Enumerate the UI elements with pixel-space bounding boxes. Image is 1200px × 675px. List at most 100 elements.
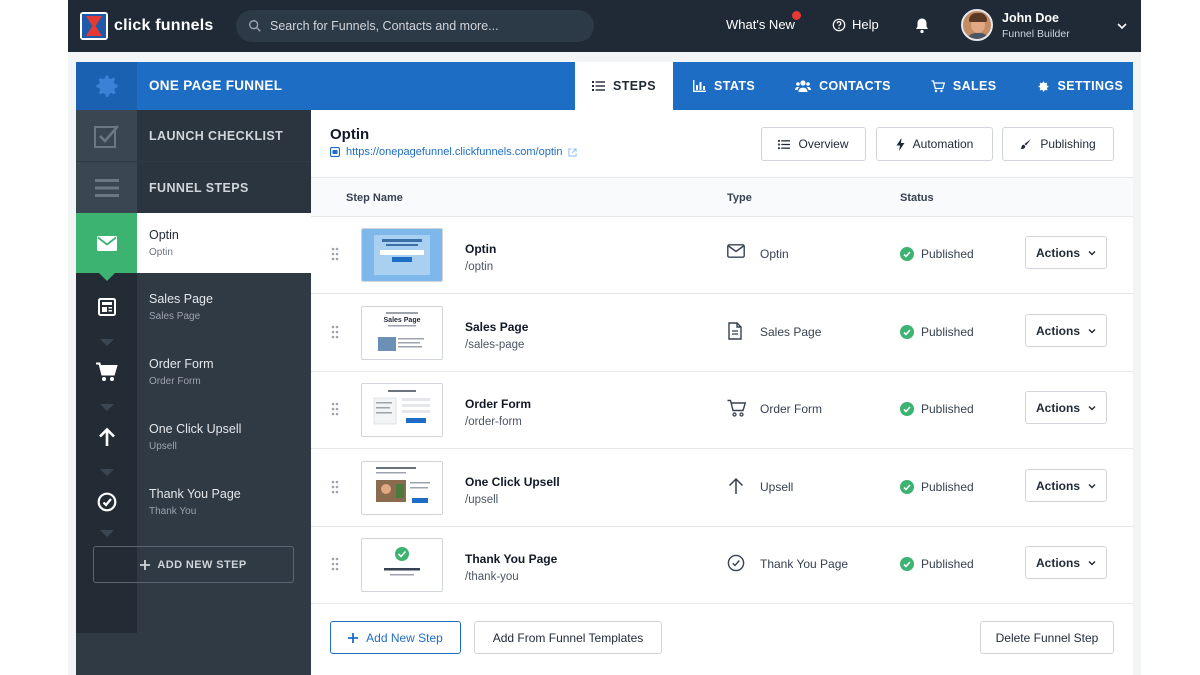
help-link[interactable]: Help: [832, 17, 879, 32]
chevron-down-icon[interactable]: [1116, 20, 1128, 32]
delete-funnel-step-label: Delete Funnel Step: [995, 630, 1099, 645]
step-thumbnail[interactable]: [361, 383, 443, 437]
status-badge: Published: [921, 480, 974, 494]
actions-dropdown[interactable]: Actions: [1025, 391, 1107, 424]
step-type: Optin: [149, 247, 173, 258]
automation-button[interactable]: Automation: [876, 127, 993, 161]
tab-settings-label: SETTINGS: [1057, 79, 1124, 93]
actions-dropdown[interactable]: Actions: [1025, 546, 1107, 579]
top-navbar: click funnels What's New Help John Doe F…: [68, 0, 1141, 52]
users-icon: [795, 80, 812, 92]
brand-name: click funnels: [114, 17, 214, 34]
order-form-thumbnail-image: [362, 384, 442, 436]
table-row[interactable]: Optin /optin Optin Published Actions: [311, 217, 1133, 294]
automation-label: Automation: [912, 137, 974, 151]
column-type: Type: [727, 192, 752, 204]
notifications-button[interactable]: [914, 17, 930, 39]
sidebar-add-new-step-button[interactable]: ADD NEW STEP: [93, 546, 294, 583]
table-row[interactable]: Order Form /order-form Order Form Publis…: [311, 372, 1133, 449]
step-type: Order Form: [149, 376, 201, 387]
drag-handle-icon[interactable]: [331, 402, 339, 416]
sidebar-funnel-steps[interactable]: FUNNEL STEPS: [76, 162, 311, 213]
bell-icon: [916, 18, 928, 34]
check-circle-icon: [727, 554, 745, 572]
sidebar-step-optin[interactable]: Optin Optin: [76, 213, 311, 273]
step-name[interactable]: Optin: [465, 242, 496, 256]
mail-icon: [96, 235, 117, 251]
actions-dropdown[interactable]: Actions: [1025, 469, 1107, 502]
tab-stats[interactable]: STATS: [673, 62, 775, 110]
step-name[interactable]: One Click Upsell: [465, 475, 560, 489]
check-circle-icon: [900, 325, 914, 339]
app-window: click funnels What's New Help John Doe F…: [68, 0, 1141, 675]
notification-dot: [792, 11, 801, 20]
gear-icon: [96, 75, 117, 97]
link-icon: [330, 147, 340, 157]
user-menu[interactable]: John Doe Funnel Builder: [961, 9, 1070, 41]
delete-funnel-step-button[interactable]: Delete Funnel Step: [980, 621, 1114, 654]
cart-icon: [95, 362, 118, 381]
add-new-step-label: ADD NEW STEP: [157, 558, 247, 571]
avatar: [961, 9, 993, 41]
drag-handle-icon[interactable]: [331, 557, 339, 571]
lightning-icon: [896, 137, 905, 151]
funnel-settings-button[interactable]: [76, 62, 137, 110]
step-thumbnail[interactable]: Sales Page: [361, 306, 443, 360]
drag-handle-icon[interactable]: [331, 480, 339, 494]
column-step-name: Step Name: [346, 192, 403, 204]
table-row[interactable]: One Click Upsell /upsell Upsell Publishe…: [311, 450, 1133, 527]
sidebar-launch-checklist[interactable]: LAUNCH CHECKLIST: [76, 110, 311, 161]
step-thumbnail[interactable]: [361, 461, 443, 515]
check-circle-icon: [97, 492, 116, 512]
chevron-down-icon: [1088, 483, 1096, 488]
step-type: Sales Page: [760, 325, 822, 339]
step-type: Thank You: [149, 506, 197, 517]
chevron-down-icon: [1088, 250, 1096, 255]
launch-checklist-label: LAUNCH CHECKLIST: [149, 128, 284, 143]
checklist-icon: [93, 124, 119, 148]
step-name[interactable]: Order Form: [465, 397, 531, 411]
table-row[interactable]: Sales Page Sales Page /sales-page Sales …: [311, 295, 1133, 372]
drag-handle-icon[interactable]: [331, 325, 339, 339]
external-link-icon: [568, 147, 578, 157]
drag-handle-icon[interactable]: [331, 247, 339, 261]
status-badge: Published: [921, 557, 974, 571]
table-row[interactable]: Thank You Page /thank-you Thank You Page…: [311, 527, 1133, 604]
tab-sales-label: SALES: [952, 79, 997, 93]
sidebar-step-upsell[interactable]: One Click Upsell Upsell: [76, 407, 311, 467]
funnel-tabs: STEPS STATS CONTACTS SALES SETTINGS: [575, 62, 1143, 110]
step-thumbnail[interactable]: [361, 538, 443, 592]
step-url-link[interactable]: https://onepagefunnel.clickfunnels.com/o…: [330, 146, 578, 158]
document-icon: [728, 322, 742, 340]
sidebar-step-sales-page[interactable]: Sales Page Sales Page: [76, 277, 311, 337]
tab-settings[interactable]: SETTINGS: [1017, 62, 1144, 110]
brand-logo[interactable]: click funnels: [80, 12, 214, 40]
mail-icon: [727, 244, 745, 258]
publishing-button[interactable]: Publishing: [1002, 127, 1114, 161]
search-input[interactable]: [270, 19, 570, 33]
step-name[interactable]: Sales Page: [465, 320, 528, 334]
step-path: /upsell: [465, 494, 499, 506]
tab-sales[interactable]: SALES: [911, 62, 1017, 110]
step-thumbnail[interactable]: [361, 228, 443, 282]
steps-sidebar: LAUNCH CHECKLIST FUNNEL STEPS Optin Optin…: [76, 110, 311, 675]
add-new-step-button[interactable]: Add New Step: [330, 621, 461, 654]
add-from-templates-button[interactable]: Add From Funnel Templates: [474, 621, 662, 654]
sidebar-step-order-form[interactable]: Order Form Order Form: [76, 342, 311, 402]
overview-button[interactable]: Overview: [761, 127, 866, 161]
step-name[interactable]: Thank You Page: [465, 552, 557, 566]
actions-dropdown[interactable]: Actions: [1025, 314, 1107, 347]
help-label: Help: [852, 17, 879, 32]
sidebar-step-thank-you[interactable]: Thank You Page Thank You: [76, 472, 311, 532]
tab-steps[interactable]: STEPS: [575, 62, 673, 110]
search-bar[interactable]: [236, 10, 594, 42]
search-icon: [249, 20, 261, 32]
tab-contacts[interactable]: CONTACTS: [775, 62, 911, 110]
flow-arrow: [100, 530, 114, 537]
funnel-header: ONE PAGE FUNNEL STEPS STATS CONTACTS SAL…: [76, 62, 1133, 110]
whats-new-link[interactable]: What's New: [726, 11, 801, 32]
actions-dropdown[interactable]: Actions: [1025, 236, 1107, 269]
arrow-up-icon: [98, 427, 115, 446]
logo-mark-icon: [80, 12, 108, 40]
check-circle-icon: [900, 402, 914, 416]
